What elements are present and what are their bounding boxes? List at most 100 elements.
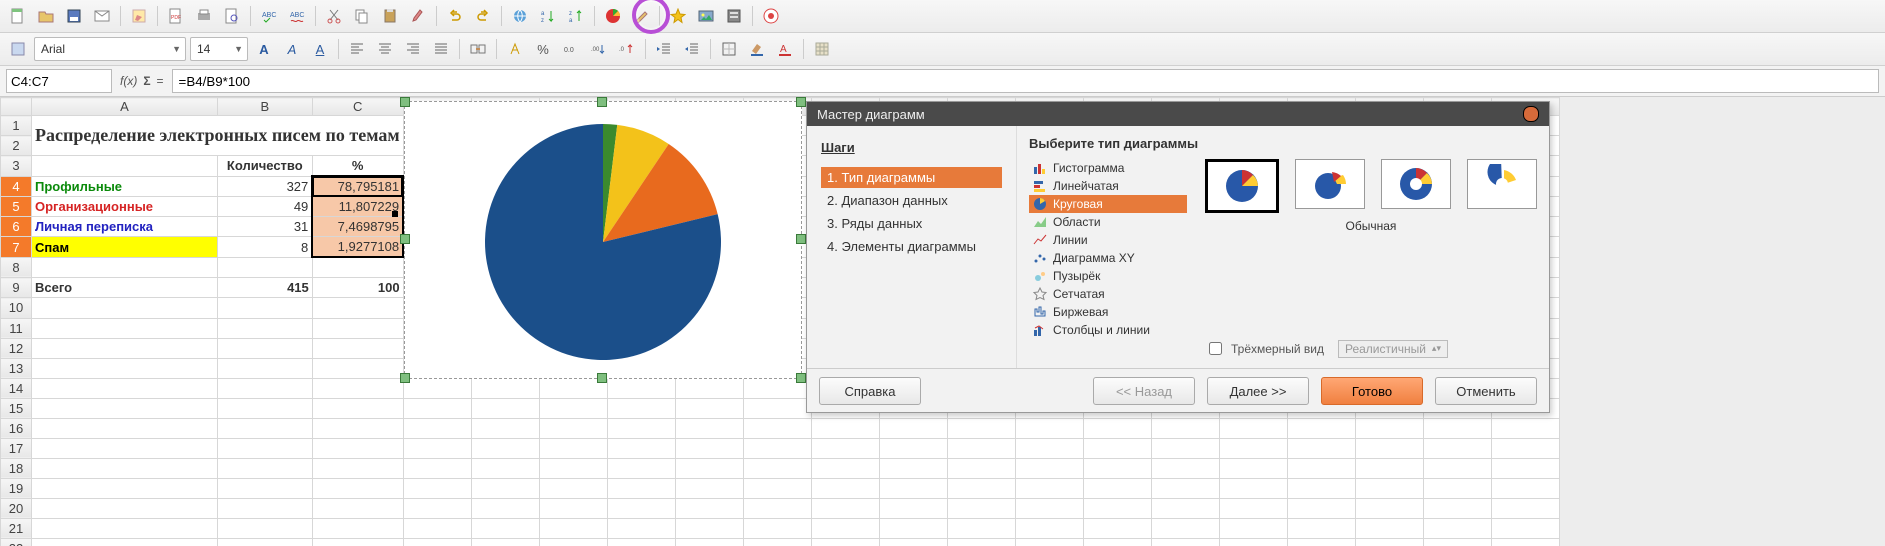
- chart-type-item[interactable]: Столбцы и линии: [1029, 321, 1187, 339]
- subtype-exploded-donut[interactable]: [1467, 159, 1537, 209]
- bold-icon[interactable]: A: [252, 37, 276, 61]
- hyperlink-icon[interactable]: [508, 4, 532, 28]
- resize-handle[interactable]: [597, 373, 607, 383]
- resize-handle[interactable]: [796, 234, 806, 244]
- select-all-corner[interactable]: [1, 98, 32, 116]
- pct-cell[interactable]: 11,807229: [312, 197, 403, 217]
- subtype-donut[interactable]: [1381, 159, 1451, 209]
- resize-handle[interactable]: [400, 97, 410, 107]
- chart-type-item[interactable]: Области: [1029, 213, 1187, 231]
- three-d-checkbox[interactable]: Трёхмерный вид: [1205, 339, 1324, 358]
- chart-type-item[interactable]: Линии: [1029, 231, 1187, 249]
- chart-type-item[interactable]: Биржевая: [1029, 303, 1187, 321]
- subtype-exploded-pie[interactable]: [1295, 159, 1365, 209]
- autospell-icon[interactable]: ABC: [285, 4, 309, 28]
- row-header[interactable]: 11: [1, 318, 32, 338]
- align-left-icon[interactable]: [345, 37, 369, 61]
- row-header[interactable]: 8: [1, 257, 32, 278]
- mail-icon[interactable]: [90, 4, 114, 28]
- fx-icon[interactable]: f(x): [120, 74, 137, 88]
- row-header[interactable]: 19: [1, 478, 32, 498]
- navigator-icon[interactable]: [666, 4, 690, 28]
- chart-type-item[interactable]: Гистограмма: [1029, 159, 1187, 177]
- chart-type-item[interactable]: Пузырёк: [1029, 267, 1187, 285]
- category-cell[interactable]: Организационные: [32, 197, 218, 217]
- title-cell[interactable]: Распределение электронных писем по темам: [32, 116, 404, 156]
- category-cell[interactable]: Профильные: [32, 176, 218, 197]
- datasources-icon[interactable]: [722, 4, 746, 28]
- row-header[interactable]: 13: [1, 358, 32, 378]
- cut-icon[interactable]: [322, 4, 346, 28]
- total-qty[interactable]: 415: [217, 278, 312, 298]
- pct-cell[interactable]: 78,795181: [312, 176, 403, 197]
- row-header[interactable]: 5: [1, 197, 32, 217]
- formula-input[interactable]: [172, 69, 1879, 93]
- wizard-titlebar[interactable]: Мастер диаграмм: [807, 102, 1549, 126]
- indent-dec-icon[interactable]: [652, 37, 676, 61]
- row-header[interactable]: 1: [1, 116, 32, 136]
- underline-icon[interactable]: A: [308, 37, 332, 61]
- row-header[interactable]: 3: [1, 156, 32, 177]
- percent-icon[interactable]: %: [531, 37, 555, 61]
- gallery-icon[interactable]: [694, 4, 718, 28]
- row-header[interactable]: 10: [1, 298, 32, 318]
- new-icon[interactable]: [6, 4, 30, 28]
- row-header[interactable]: 17: [1, 438, 32, 458]
- borders-icon[interactable]: [717, 37, 741, 61]
- resize-handle[interactable]: [597, 97, 607, 107]
- row-header[interactable]: 12: [1, 338, 32, 358]
- undo-icon[interactable]: [443, 4, 467, 28]
- number-icon[interactable]: 0.0: [559, 37, 583, 61]
- grid-icon[interactable]: [810, 37, 834, 61]
- row-header[interactable]: 7: [1, 237, 32, 258]
- qty-header[interactable]: Количество: [217, 156, 312, 177]
- align-center-icon[interactable]: [373, 37, 397, 61]
- close-icon[interactable]: [1523, 106, 1539, 122]
- chart-object[interactable]: [404, 101, 802, 379]
- row-header[interactable]: 18: [1, 458, 32, 478]
- cancel-button[interactable]: Отменить: [1435, 377, 1537, 405]
- help-button[interactable]: Справка: [819, 377, 921, 405]
- wizard-step[interactable]: 3. Ряды данных: [821, 213, 1002, 234]
- pct-header[interactable]: %: [312, 156, 403, 177]
- qty-cell[interactable]: 31: [217, 217, 312, 237]
- preview-icon[interactable]: [220, 4, 244, 28]
- sort-desc-icon[interactable]: za: [564, 4, 588, 28]
- fontcolor-icon[interactable]: A: [773, 37, 797, 61]
- italic-icon[interactable]: A: [280, 37, 304, 61]
- subtype-normal-pie[interactable]: [1205, 159, 1279, 213]
- show-draw-icon[interactable]: [629, 4, 653, 28]
- chart-type-item[interactable]: Диаграмма XY: [1029, 249, 1187, 267]
- row-header[interactable]: 14: [1, 378, 32, 398]
- indent-inc-icon[interactable]: [680, 37, 704, 61]
- font-size-combo[interactable]: 14 ▼: [190, 37, 248, 61]
- shade-combo[interactable]: Реалистичный ▴▾: [1338, 340, 1448, 358]
- print-icon[interactable]: [192, 4, 216, 28]
- spellcheck-icon[interactable]: ABC: [257, 4, 281, 28]
- save-icon[interactable]: [62, 4, 86, 28]
- row-header[interactable]: 16: [1, 418, 32, 438]
- chart-type-item[interactable]: Линейчатая: [1029, 177, 1187, 195]
- sort-asc-icon[interactable]: az: [536, 4, 560, 28]
- align-justify-icon[interactable]: [429, 37, 453, 61]
- wizard-step[interactable]: 4. Элементы диаграммы: [821, 236, 1002, 257]
- qty-cell[interactable]: 8: [217, 237, 312, 258]
- total-pct[interactable]: 100: [312, 278, 403, 298]
- fill-handle[interactable]: [392, 211, 398, 217]
- total-label[interactable]: Всего: [32, 278, 218, 298]
- wizard-step[interactable]: 1. Тип диаграммы: [821, 167, 1002, 188]
- qty-cell[interactable]: 49: [217, 197, 312, 217]
- row-header[interactable]: 6: [1, 217, 32, 237]
- three-d-input[interactable]: [1209, 342, 1222, 355]
- col-header[interactable]: A: [32, 98, 218, 116]
- chart-type-list[interactable]: ГистограммаЛинейчатаяКруговаяОбластиЛини…: [1029, 159, 1187, 339]
- font-name-combo[interactable]: Arial ▼: [34, 37, 186, 61]
- row-header[interactable]: 4: [1, 176, 32, 197]
- resize-handle[interactable]: [796, 373, 806, 383]
- next-button[interactable]: Далее >>: [1207, 377, 1309, 405]
- col-header[interactable]: C: [312, 98, 403, 116]
- chart-type-item[interactable]: Сетчатая: [1029, 285, 1187, 303]
- paintbrush-icon[interactable]: [406, 4, 430, 28]
- edit-icon[interactable]: [127, 4, 151, 28]
- col-header[interactable]: B: [217, 98, 312, 116]
